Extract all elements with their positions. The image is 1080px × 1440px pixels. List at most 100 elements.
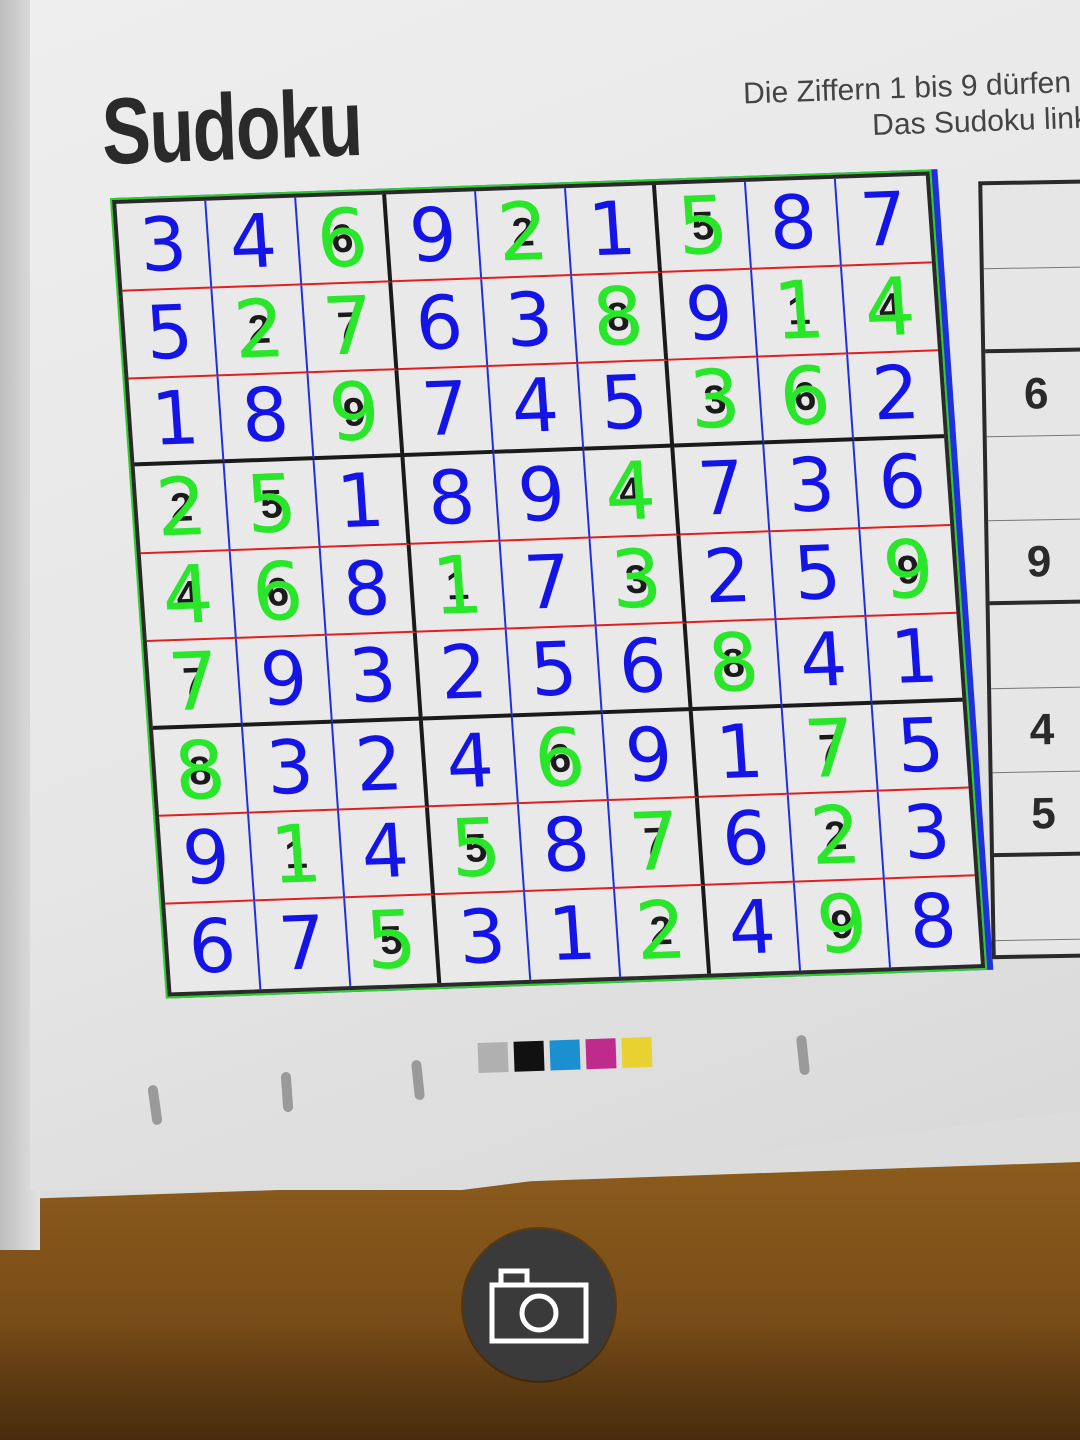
sudoku-cell: 8 <box>885 877 981 968</box>
sudoku-cell: 66 <box>758 349 855 445</box>
given-digit-overlay: 9 <box>813 877 871 972</box>
sudoku-cell: 22 <box>615 884 712 978</box>
sudoku-cell: 2 <box>848 350 945 442</box>
sudoku-cell: 7 <box>835 175 932 267</box>
sudoku-cell: 3 <box>764 441 861 533</box>
sudoku-cell: 5 <box>122 288 219 380</box>
given-digit-overlay: 8 <box>589 269 647 364</box>
sudoku-cell: 4 <box>206 197 303 289</box>
solved-digit: 6 <box>615 622 670 711</box>
sudoku-cell: 7 <box>674 444 771 536</box>
sudoku-cell: 8 <box>320 544 417 636</box>
sudoku-cell: 88 <box>153 723 250 818</box>
sudoku-cell: 88 <box>572 269 669 364</box>
given-digit-overlay: 6 <box>248 544 307 640</box>
solved-digit: 8 <box>424 454 478 543</box>
sudoku-cell: 5 <box>506 626 603 717</box>
solved-digit: 9 <box>257 635 311 723</box>
solved-digit: 5 <box>894 701 948 790</box>
solved-digit: 9 <box>406 191 460 280</box>
sudoku-cell: 55 <box>224 457 321 552</box>
solved-digit: 3 <box>502 276 556 364</box>
sudoku-cell: 2 <box>416 629 513 721</box>
sudoku-cell: 6 <box>165 901 262 993</box>
sudoku-cell: 33 <box>590 532 687 627</box>
side-cell <box>989 602 1080 690</box>
color-swatch <box>621 1036 653 1069</box>
color-registration-strip <box>477 1036 653 1074</box>
sudoku-cell: 77 <box>608 795 705 890</box>
sudoku-cell: 1 <box>692 707 789 799</box>
solved-digit: 3 <box>784 442 838 530</box>
given-digit-overlay: 1 <box>770 262 828 358</box>
solved-digit: 1 <box>713 708 767 796</box>
side-cell: 6 <box>985 350 1080 438</box>
solved-digit: 9 <box>682 270 736 358</box>
sudoku-cell: 66 <box>296 191 393 286</box>
solved-digit: 7 <box>694 445 748 533</box>
sudoku-cell: 22 <box>212 281 309 377</box>
sudoku-cell: 22 <box>134 460 231 555</box>
sudoku-cell: 66 <box>512 710 609 806</box>
solved-digit: 6 <box>185 903 239 991</box>
sudoku-cell: 3 <box>242 723 340 815</box>
given-digit-overlay: 2 <box>230 281 288 377</box>
side-cell <box>986 434 1080 522</box>
sudoku-cell: 6 <box>392 278 489 370</box>
given-digit-overlay: 2 <box>807 788 865 884</box>
solved-digit: 3 <box>346 632 400 720</box>
sudoku-cell: 5 <box>770 529 867 620</box>
sudoku-cell: 4 <box>776 616 873 708</box>
sudoku-cell: 5 <box>872 701 969 793</box>
solved-digit: 6 <box>875 439 929 527</box>
given-digit-overlay: 6 <box>531 710 589 806</box>
solved-digit: 6 <box>719 795 773 884</box>
sudoku-cell: 7 <box>500 538 597 630</box>
given-digit-overlay: 6 <box>776 349 834 445</box>
sudoku-cell: 88 <box>686 615 783 711</box>
sudoku-cell: 55 <box>345 893 442 988</box>
sudoku-cell: 33 <box>668 352 765 448</box>
sudoku-cell: 99 <box>860 523 957 617</box>
sudoku-cell: 1 <box>566 185 663 276</box>
given-digit-overlay: 1 <box>428 538 487 633</box>
solved-digit: 2 <box>437 629 491 717</box>
sudoku-cell: 55 <box>428 801 526 896</box>
solved-digit: 3 <box>263 723 317 812</box>
color-swatch <box>513 1040 545 1072</box>
sudoku-cell: 11 <box>410 538 507 633</box>
given-digit-overlay: 4 <box>159 547 217 643</box>
sudoku-cell: 6 <box>854 438 951 530</box>
side-cell <box>994 854 1080 942</box>
solved-digit: 3 <box>900 789 954 878</box>
given-digit-overlay: 5 <box>242 457 301 552</box>
sudoku-cell: 9 <box>236 635 333 727</box>
sudoku-cell: 4 <box>339 807 436 899</box>
sudoku-cell: 44 <box>841 259 939 355</box>
sudoku-cell: 9 <box>159 814 256 905</box>
article-title: Sudoku <box>100 69 364 184</box>
solved-digit: 4 <box>443 717 497 806</box>
solved-digit: 7 <box>275 900 329 988</box>
article-intro: Die Ziffern 1 bis 9 dürfen in Das Sudoku… <box>662 64 1080 151</box>
sudoku-cell: 66 <box>230 544 327 640</box>
sudoku-cell: 3 <box>326 632 423 724</box>
given-digit-overlay: 8 <box>704 615 763 711</box>
given-digit-overlay: 6 <box>313 191 371 286</box>
solved-digit: 5 <box>790 529 844 618</box>
given-digit-overlay: 2 <box>152 460 211 555</box>
solved-digit: 5 <box>142 288 196 377</box>
sudoku-cell: 44 <box>140 547 237 643</box>
given-digit-overlay: 4 <box>861 259 919 355</box>
sudoku-cell: 4 <box>704 882 802 974</box>
side-sudoku-grid: 6 9 45 <box>978 178 1080 960</box>
solved-digit: 7 <box>857 176 911 264</box>
solved-digit: 4 <box>725 884 779 972</box>
color-swatch <box>549 1039 581 1071</box>
sudoku-cell: 7 <box>255 898 352 990</box>
side-cell: 9 <box>988 518 1080 606</box>
given-digit-overlay: 4 <box>601 444 659 540</box>
solved-digit: 7 <box>520 539 575 627</box>
given-digit-overlay: 3 <box>686 352 744 448</box>
camera-shutter-button[interactable] <box>463 1229 615 1381</box>
